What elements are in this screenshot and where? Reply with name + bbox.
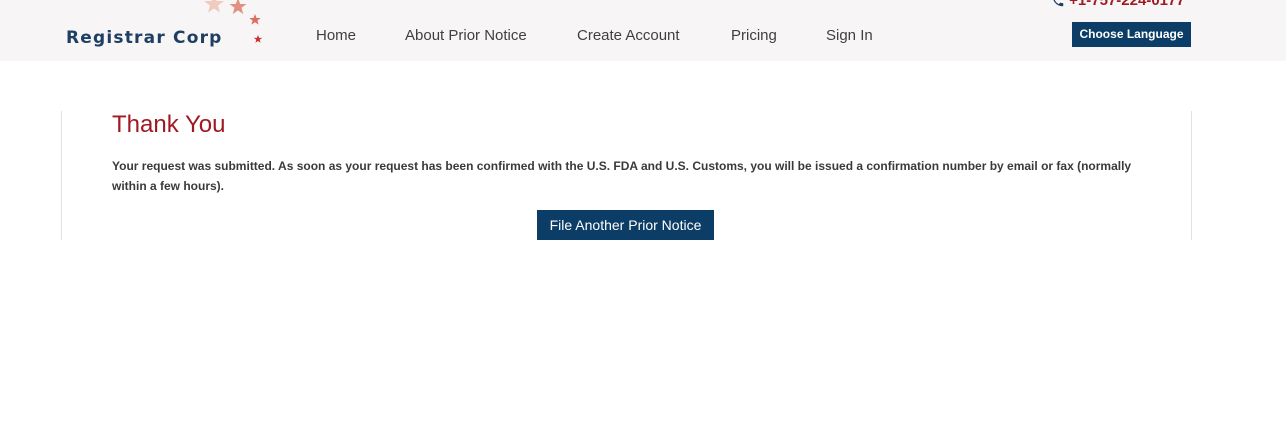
star-icon — [253, 35, 263, 43]
file-another-prior-notice-button[interactable]: File Another Prior Notice — [537, 210, 714, 240]
registrar-corp-logo[interactable]: Registrar Corp — [64, 0, 269, 58]
nav-about-prior-notice[interactable]: About Prior Notice — [405, 27, 527, 44]
star-icon — [204, 0, 224, 13]
page-title: Thank You — [112, 111, 226, 138]
logo-text: Registrar Corp — [66, 28, 223, 48]
phone-contact[interactable]: +1-757-224-0177 — [1051, 0, 1185, 9]
nav-home[interactable]: Home — [316, 27, 356, 44]
nav-create-account[interactable]: Create Account — [577, 27, 680, 44]
nav-sign-in[interactable]: Sign In — [826, 27, 873, 44]
site-header: Registrar Corp Home About Prior Notice C… — [0, 0, 1286, 61]
nav-pricing[interactable]: Pricing — [731, 27, 777, 44]
confirmation-panel: Thank You Your request was submitted. As… — [61, 111, 1192, 240]
star-icon — [229, 0, 247, 14]
choose-language-button[interactable]: Choose Language — [1072, 22, 1191, 47]
phone-icon — [1053, 0, 1064, 7]
phone-number: +1-757-224-0177 — [1069, 0, 1185, 9]
confirmation-message: Your request was submitted. As soon as y… — [112, 159, 1132, 193]
star-icon — [249, 14, 261, 25]
